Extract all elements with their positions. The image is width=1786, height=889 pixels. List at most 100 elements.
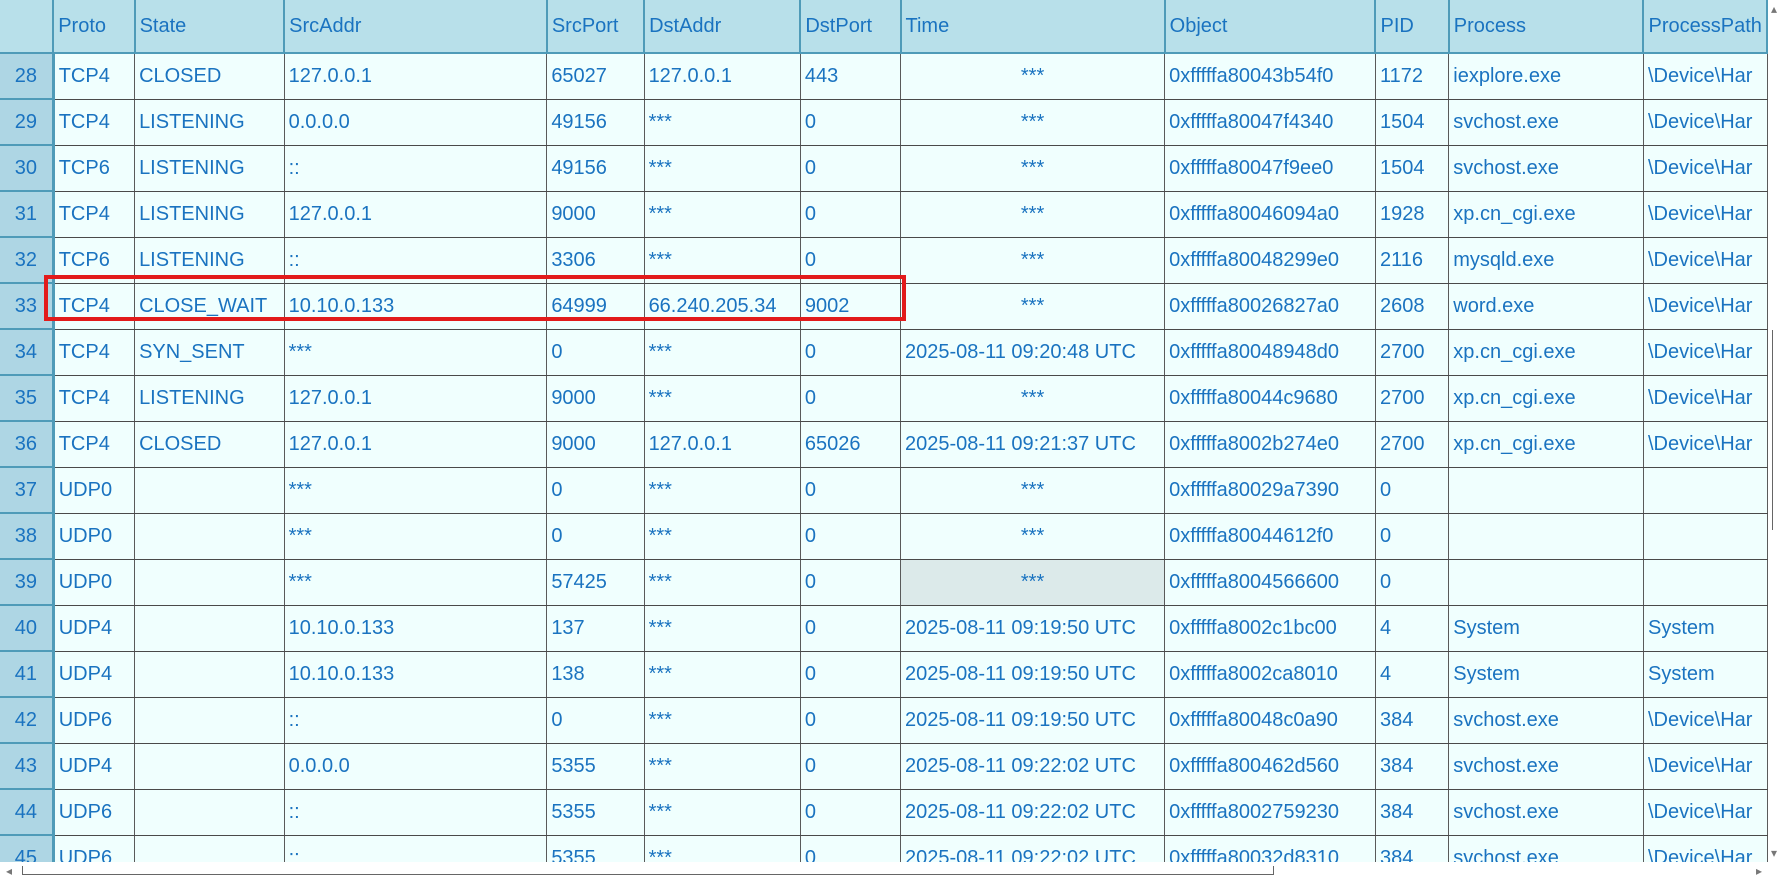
cell-pid[interactable]: 0	[1375, 513, 1450, 560]
table-row[interactable]: 45 UDP6:: 5355 *** 0 2025-08-11 09:22:02 UTC 0…	[0, 835, 1768, 862]
cell-proto[interactable]: UDP6	[53, 697, 136, 744]
cell-srcaddr[interactable]: ***	[284, 329, 548, 376]
row-number[interactable]: 40	[0, 605, 55, 652]
cell-srcaddr[interactable]: ***	[284, 559, 548, 606]
cell-object[interactable]: 0xfffffa80044c9680	[1164, 375, 1376, 422]
arrow-left-icon[interactable]: ◂	[6, 864, 12, 878]
cell-srcaddr[interactable]: ::	[284, 145, 548, 192]
cell-dstaddr[interactable]: ***	[644, 743, 801, 790]
cell-state[interactable]: CLOSE_WAIT	[134, 283, 285, 330]
cell-process[interactable]: xp.cn_cgi.exe	[1448, 421, 1644, 468]
cell-time[interactable]: ***	[900, 191, 1166, 238]
cell-proto[interactable]: UDP6	[53, 835, 136, 862]
cell-processpath[interactable]: \Device\Har	[1643, 145, 1768, 192]
data-grid[interactable]: Proto State SrcAddr SrcPort DstAddr DstP…	[0, 0, 1768, 862]
cell-time[interactable]: ***	[900, 99, 1166, 146]
cell-srcport[interactable]: 49156	[546, 99, 645, 146]
cell-state[interactable]: CLOSED	[134, 421, 285, 468]
row-number[interactable]: 41	[0, 651, 55, 698]
cell-srcport[interactable]: 3306	[546, 237, 645, 284]
cell-dstaddr[interactable]: 127.0.0.1	[644, 421, 801, 468]
cell-state[interactable]: LISTENING	[134, 191, 285, 238]
cell-object[interactable]: 0xfffffa80048c0a90	[1164, 697, 1376, 744]
row-number[interactable]: 32	[0, 237, 55, 284]
cell-pid[interactable]: 2700	[1375, 375, 1450, 422]
cell-dstaddr[interactable]: ***	[644, 697, 801, 744]
cell-dstaddr[interactable]: ***	[644, 191, 801, 238]
cell-pid[interactable]: 2116	[1375, 237, 1450, 284]
cell-time[interactable]: 2025-08-11 09:22:02 UTC	[900, 835, 1166, 862]
row-number[interactable]: 35	[0, 375, 55, 422]
cell-proto[interactable]: TCP4	[53, 53, 136, 100]
cell-dstport[interactable]: 0	[800, 743, 902, 790]
column-header-dstport[interactable]: DstPort	[800, 0, 902, 54]
cell-srcaddr[interactable]: 10.10.0.133	[284, 283, 548, 330]
cell-pid[interactable]: 1504	[1375, 145, 1450, 192]
cell-dstport[interactable]: 0	[800, 329, 902, 376]
cell-pid[interactable]: 4	[1375, 651, 1450, 698]
cell-srcport[interactable]: 64999	[546, 283, 645, 330]
cell-dstport[interactable]: 0	[800, 513, 902, 560]
horizontal-scrollbar[interactable]: ◂ ▸	[0, 862, 1768, 889]
cell-dstport[interactable]: 9002	[800, 283, 902, 330]
cell-srcaddr[interactable]: ***	[284, 467, 548, 514]
cell-proto[interactable]: TCP4	[53, 421, 136, 468]
table-row[interactable]: 43 UDP4 0.0.0.0 5355 *** 0 2025-08-11 09:22:02…	[0, 743, 1768, 790]
cell-processpath[interactable]: System	[1643, 651, 1768, 698]
cell-processpath[interactable]: \Device\Har	[1643, 191, 1768, 238]
cell-dstaddr[interactable]: 66.240.205.34	[644, 283, 801, 330]
cell-dstaddr[interactable]: 127.0.0.1	[644, 53, 801, 100]
cell-pid[interactable]: 384	[1375, 743, 1450, 790]
cell-pid[interactable]: 1172	[1375, 53, 1450, 100]
cell-object[interactable]: 0xfffffa8002759230	[1164, 789, 1376, 836]
cell-dstport[interactable]: 65026	[800, 421, 902, 468]
cell-dstport[interactable]: 443	[800, 53, 902, 100]
table-row[interactable]: 38 UDP0 *** 0 *** 0 *** 0xfffffa80044612f0 0	[0, 513, 1768, 560]
cell-time[interactable]: ***	[900, 513, 1166, 560]
cell-time[interactable]: ***	[900, 559, 1166, 606]
cell-object[interactable]: 0xfffffa80026827a0	[1164, 283, 1376, 330]
row-number[interactable]: 29	[0, 99, 55, 146]
cell-object[interactable]: 0xfffffa80046094a0	[1164, 191, 1376, 238]
arrow-right-icon[interactable]: ▸	[1756, 864, 1762, 878]
table-row[interactable]: 40 UDP4 10.10.0.133 137 *** 0 2025-08-11 09:19…	[0, 605, 1768, 652]
cell-srcaddr[interactable]: 0.0.0.0	[284, 99, 548, 146]
cell-state[interactable]	[134, 789, 285, 836]
column-header-srcaddr[interactable]: SrcAddr	[284, 0, 548, 54]
cell-dstaddr[interactable]: ***	[644, 559, 801, 606]
cell-srcport[interactable]: 137	[546, 605, 645, 652]
cell-dstport[interactable]: 0	[800, 651, 902, 698]
cell-pid[interactable]: 0	[1375, 559, 1450, 606]
cell-process[interactable]	[1448, 559, 1644, 606]
cell-srcport[interactable]: 5355	[546, 835, 645, 862]
cell-time[interactable]: ***	[900, 467, 1166, 514]
cell-state[interactable]: LISTENING	[134, 375, 285, 422]
cell-srcaddr[interactable]: 127.0.0.1	[284, 191, 548, 238]
row-number[interactable]: 44	[0, 789, 55, 836]
cell-state[interactable]: CLOSED	[134, 53, 285, 100]
cell-processpath[interactable]: \Device\Har	[1643, 789, 1768, 836]
cell-pid[interactable]: 4	[1375, 605, 1450, 652]
cell-processpath[interactable]	[1643, 559, 1768, 606]
cell-pid[interactable]: 0	[1375, 467, 1450, 514]
column-header-dstaddr[interactable]: DstAddr	[644, 0, 802, 54]
cell-object[interactable]: 0xfffffa80047f4340	[1164, 99, 1376, 146]
cell-dstaddr[interactable]: ***	[644, 789, 801, 836]
cell-object[interactable]: 0xfffffa80043b54f0	[1164, 53, 1376, 100]
cell-dstaddr[interactable]: ***	[644, 651, 801, 698]
row-number[interactable]: 37	[0, 467, 55, 514]
cell-srcport[interactable]: 49156	[546, 145, 645, 192]
horizontal-scroll-thumb[interactable]	[22, 866, 1274, 875]
table-row[interactable]: 32 TCP6 LISTENING:: 3306 *** 0 *** 0xfffffa8004…	[0, 237, 1768, 284]
cell-state[interactable]: LISTENING	[134, 237, 285, 284]
cell-time[interactable]: 2025-08-11 09:22:02 UTC	[900, 743, 1166, 790]
cell-time[interactable]: ***	[900, 283, 1166, 330]
cell-dstaddr[interactable]: ***	[644, 835, 801, 862]
cell-process[interactable]: svchost.exe	[1448, 99, 1644, 146]
cell-dstport[interactable]: 0	[800, 467, 902, 514]
cell-dstport[interactable]: 0	[800, 99, 902, 146]
cell-time[interactable]: 2025-08-11 09:19:50 UTC	[900, 605, 1166, 652]
cell-state[interactable]	[134, 559, 285, 606]
cell-dstaddr[interactable]: ***	[644, 513, 801, 560]
cell-process[interactable]: svchost.exe	[1448, 145, 1644, 192]
